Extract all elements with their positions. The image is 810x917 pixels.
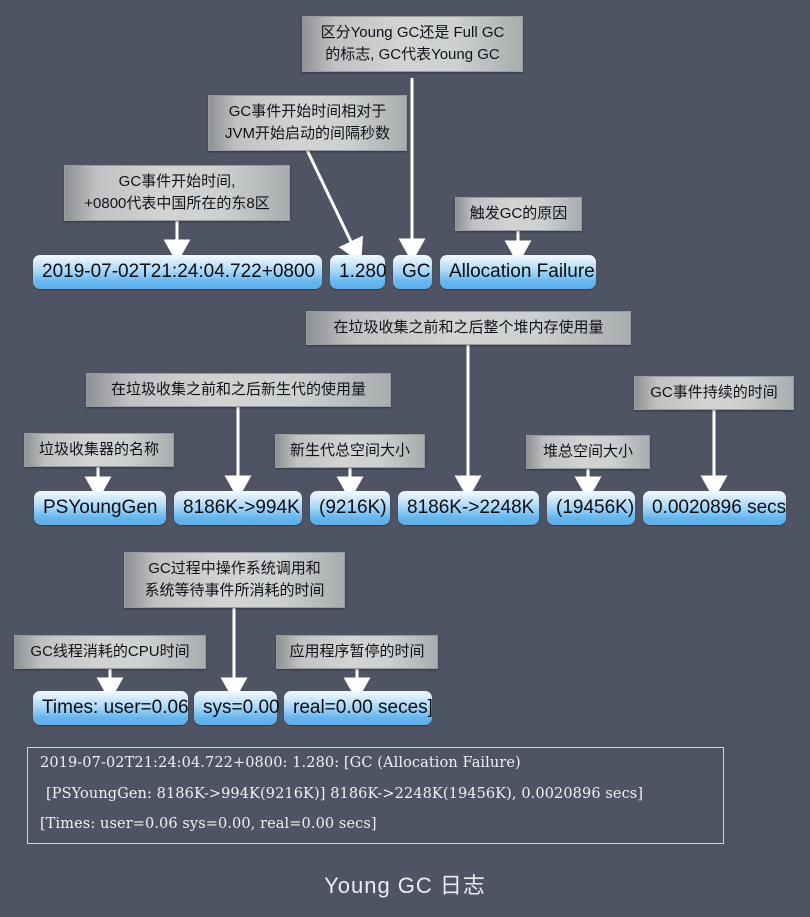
tag-duration[interactable]: 0.0020896 secs <box>643 491 786 525</box>
note-line: 的标志, GC代表Young GC <box>325 45 500 63</box>
tag-gc[interactable]: GC <box>393 255 432 289</box>
note-heap-usage: 在垃圾收集之前和之后整个堆内存使用量 <box>306 311 631 345</box>
note-line: GC过程中操作系统调用和 <box>148 560 321 577</box>
note-line: 在垃圾收集之前和之后整个堆内存使用量 <box>333 319 604 336</box>
tag-timestamp[interactable]: 2019-07-02T21:24:04.722+0800 <box>33 255 322 289</box>
note-line: +0800代表中国所在的东8区 <box>84 194 270 212</box>
note-line: 区分Young GC还是 Full GC <box>320 24 505 41</box>
diagram-canvas: 区分Young GC还是 Full GC 的标志, GC代表Young GC G… <box>0 0 810 917</box>
note-relative-time: GC事件开始时间相对于 JVM开始启动的间隔秒数 <box>208 95 407 151</box>
log-line-2: [PSYoungGen: 8186K->994K(9216K)] 8186K->… <box>46 785 644 802</box>
tag-heap-total[interactable]: (19456K) <box>547 491 635 525</box>
note-line: 系统等待事件所消耗的时间 <box>144 581 325 599</box>
note-heap-capacity: 堆总空间大小 <box>526 435 650 469</box>
note-young-usage: 在垃圾收集之前和之后新生代的使用量 <box>86 373 391 407</box>
tag-collector[interactable]: PSYoungGen <box>34 491 166 525</box>
note-line: GC事件开始时间, <box>118 173 236 190</box>
note-pause-time: 应用程序暂停的时间 <box>276 635 438 669</box>
note-line: 在垃圾收集之前和之后新生代的使用量 <box>110 381 366 398</box>
tag-real-time[interactable]: real=0.00 seces] <box>284 691 433 725</box>
tag-cause[interactable]: Allocation Failure <box>440 255 596 289</box>
note-line: 垃圾收集器的名称 <box>38 441 159 458</box>
tag-heap-delta[interactable]: 8186K->2248K <box>398 491 539 525</box>
tag-young-delta[interactable]: 8186K->994K <box>174 491 302 525</box>
tag-user-time[interactable]: Times: user=0.06 <box>33 691 189 725</box>
arrow-relative-time <box>305 149 364 263</box>
tag-sys-time[interactable]: sys=0.00 <box>194 691 280 725</box>
note-line: GC事件开始时间相对于 <box>228 103 387 120</box>
note-gc-cause: 触发GC的原因 <box>455 197 582 231</box>
note-line: 触发GC的原因 <box>469 205 568 222</box>
tag-uptime[interactable]: 1.280 <box>330 255 387 289</box>
note-line: 堆总空间大小 <box>542 443 633 460</box>
log-line-1: 2019-07-02T21:24:04.722+0800: 1.280: [GC… <box>40 755 521 771</box>
note-collector-name: 垃圾收集器的名称 <box>24 433 174 467</box>
log-line-3: [Times: user=0.06 sys=0.00, real=0.00 se… <box>40 816 377 832</box>
note-line: 新生代总空间大小 <box>289 442 410 459</box>
note-line: JVM开始启动的间隔秒数 <box>224 124 390 142</box>
note-gc-duration: GC事件持续的时间 <box>634 376 794 410</box>
note-line: 应用程序暂停的时间 <box>289 643 425 660</box>
note-line: GC事件持续的时间 <box>650 384 778 401</box>
note-start-time: GC事件开始时间, +0800代表中国所在的东8区 <box>64 165 290 221</box>
tag-young-total[interactable]: (9216K) <box>310 491 390 525</box>
page-title: Young GC 日志 <box>324 873 486 898</box>
gc-log-panel: 2019-07-02T21:24:04.722+0800: 1.280: [GC… <box>27 747 724 844</box>
note-line: GC线程消耗的CPU时间 <box>30 643 190 660</box>
note-young-capacity: 新生代总空间大小 <box>275 434 425 468</box>
note-gc-flag: 区分Young GC还是 Full GC 的标志, GC代表Young GC <box>302 16 523 72</box>
note-cpu-time: GC线程消耗的CPU时间 <box>14 635 206 669</box>
note-sys-time: GC过程中操作系统调用和 系统等待事件所消耗的时间 <box>124 552 345 608</box>
